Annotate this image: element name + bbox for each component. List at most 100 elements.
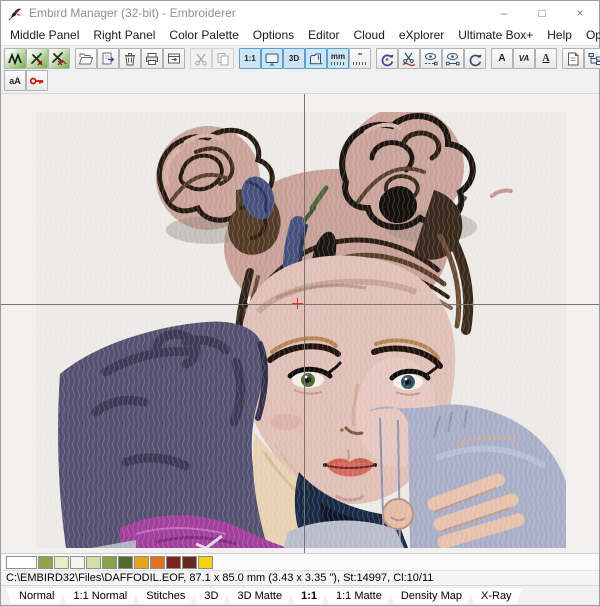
- rotate-hoop-icon: [379, 51, 395, 67]
- scale-1to1-button[interactable]: 1:1: [239, 48, 261, 69]
- monogram-label: A: [542, 53, 549, 64]
- show-stitch-points-button[interactable]: [420, 48, 442, 69]
- toolbar: 1:1 3D mm ″: [1, 45, 599, 93]
- title-bar: Embird Manager (32-bit) - Embroiderer – …: [1, 1, 599, 25]
- red-key-icon: [29, 73, 45, 89]
- object-tree-button[interactable]: [584, 48, 600, 69]
- stitch-generator-button[interactable]: [4, 48, 26, 69]
- design-tools-all-button[interactable]: [48, 48, 70, 69]
- screen-preview-button[interactable]: [261, 48, 283, 69]
- maximize-button[interactable]: □: [523, 1, 561, 25]
- units-mm-button[interactable]: mm: [327, 48, 349, 69]
- thread-scissors-icon: [401, 51, 417, 67]
- thread-color-swatch[interactable]: [54, 556, 69, 569]
- menu-options[interactable]: Options: [246, 26, 301, 44]
- minimize-button[interactable]: –: [485, 1, 523, 25]
- hierarchy-tree-icon: [587, 51, 600, 67]
- tab-3d[interactable]: 3D: [191, 588, 229, 604]
- lettering-transform-label: VA: [519, 54, 530, 63]
- paste-file-button[interactable]: [97, 48, 119, 69]
- note-page-icon: [565, 51, 581, 67]
- ruler-ticks: [331, 62, 345, 65]
- delete-file-button[interactable]: [119, 48, 141, 69]
- eye-dashed-line-icon: [423, 51, 439, 67]
- menu-right-panel[interactable]: Right Panel: [86, 26, 162, 44]
- crosshair-vertical-line: [304, 94, 305, 553]
- thread-color-swatch[interactable]: [118, 556, 133, 569]
- font-size-button[interactable]: aA: [4, 70, 26, 91]
- notes-button[interactable]: [562, 48, 584, 69]
- cut-button[interactable]: [190, 48, 212, 69]
- window-title: Embird Manager (32-bit) - Embroiderer: [29, 6, 236, 20]
- menu-ultimate-box[interactable]: Ultimate Box+: [451, 26, 540, 44]
- thread-color-swatch[interactable]: [198, 556, 213, 569]
- design-preview: [36, 112, 566, 548]
- zigzag-stitch-icon: [7, 51, 23, 67]
- tab-1to1[interactable]: 1:1: [288, 588, 328, 604]
- tab-stitches[interactable]: Stitches: [133, 588, 196, 604]
- thread-color-swatch[interactable]: [134, 556, 149, 569]
- copy-pages-icon: [215, 51, 231, 67]
- refresh-button[interactable]: [464, 48, 486, 69]
- tab-3d-matte[interactable]: 3D Matte: [224, 588, 293, 604]
- menu-cloud[interactable]: Cloud: [347, 26, 392, 44]
- menu-editor[interactable]: Editor: [301, 26, 346, 44]
- thread-color-swatch[interactable]: [166, 556, 181, 569]
- menu-bar: Middle Panel Right Panel Color Palette O…: [1, 25, 599, 45]
- close-button[interactable]: ×: [561, 1, 599, 25]
- open-file-button[interactable]: [75, 48, 97, 69]
- status-bar: C:\EMBIRD32\Files\DAFFODIL.EOF, 87.1 x 8…: [1, 553, 599, 585]
- circular-arrow-icon: [467, 51, 483, 67]
- workspace: [1, 93, 599, 553]
- thread-color-swatch[interactable]: [70, 556, 85, 569]
- menu-explorer[interactable]: eXplorer: [392, 26, 451, 44]
- menu-color-palette[interactable]: Color Palette: [162, 26, 245, 44]
- sewing-machine-button[interactable]: [305, 48, 327, 69]
- design-info-text: C:\EMBIRD32\Files\DAFFODIL.EOF, 87.1 x 8…: [1, 570, 599, 585]
- rotate-hoop-button[interactable]: [376, 48, 398, 69]
- thread-color-swatch[interactable]: [150, 556, 165, 569]
- thread-trim-button[interactable]: [398, 48, 420, 69]
- crossed-tools-icon: [29, 51, 45, 67]
- password-key-button[interactable]: [26, 70, 48, 91]
- menu-middle-panel[interactable]: Middle Panel: [3, 26, 86, 44]
- copy-button[interactable]: [212, 48, 234, 69]
- print-button[interactable]: [141, 48, 163, 69]
- thread-color-swatch[interactable]: [6, 556, 37, 569]
- thread-color-swatch[interactable]: [86, 556, 101, 569]
- toolbar-row-2: aA: [4, 70, 599, 91]
- lettering-label: A: [498, 53, 505, 64]
- monogram-button[interactable]: A: [535, 48, 557, 69]
- open-folder-icon: [78, 51, 94, 67]
- ruler-ticks: [353, 62, 367, 65]
- tab-1to1-matte[interactable]: 1:1 Matte: [323, 588, 393, 604]
- export-window-button[interactable]: [163, 48, 185, 69]
- printer-icon: [144, 51, 160, 67]
- view-mode-tabs: Normal 1:1 Normal Stitches 3D 3D Matte 1…: [1, 585, 599, 605]
- menu-help[interactable]: Help: [540, 26, 579, 44]
- design-tools-button[interactable]: [26, 48, 48, 69]
- thread-color-swatch[interactable]: [102, 556, 117, 569]
- toolbar-row-1: 1:1 3D mm ″: [4, 48, 599, 69]
- menu-optional-plugins[interactable]: Optional Plug-ins: [579, 26, 600, 44]
- tab-x-ray[interactable]: X-Ray: [468, 588, 523, 604]
- scissors-icon: [193, 51, 209, 67]
- view-3d-label: 3D: [289, 54, 299, 63]
- app-window: Embird Manager (32-bit) - Embroiderer – …: [0, 0, 600, 606]
- lettering-button[interactable]: A: [491, 48, 513, 69]
- show-jump-stitches-button[interactable]: [442, 48, 464, 69]
- tab-density-map[interactable]: Density Map: [388, 588, 473, 604]
- eye-solid-line-icon: [445, 51, 461, 67]
- thread-color-swatch[interactable]: [182, 556, 197, 569]
- tab-normal[interactable]: Normal: [6, 588, 65, 604]
- units-inch-button[interactable]: ″: [349, 48, 371, 69]
- thread-color-swatch[interactable]: [38, 556, 53, 569]
- trash-icon: [122, 51, 138, 67]
- view-3d-button[interactable]: 3D: [283, 48, 305, 69]
- units-mm-label: mm: [331, 52, 345, 61]
- lettering-transform-button[interactable]: VA: [513, 48, 535, 69]
- tab-1to1-normal[interactable]: 1:1 Normal: [60, 588, 138, 604]
- font-size-label: aA: [9, 76, 21, 86]
- scale-1to1-label: 1:1: [244, 54, 256, 63]
- embroidery-portrait-image: [36, 112, 566, 548]
